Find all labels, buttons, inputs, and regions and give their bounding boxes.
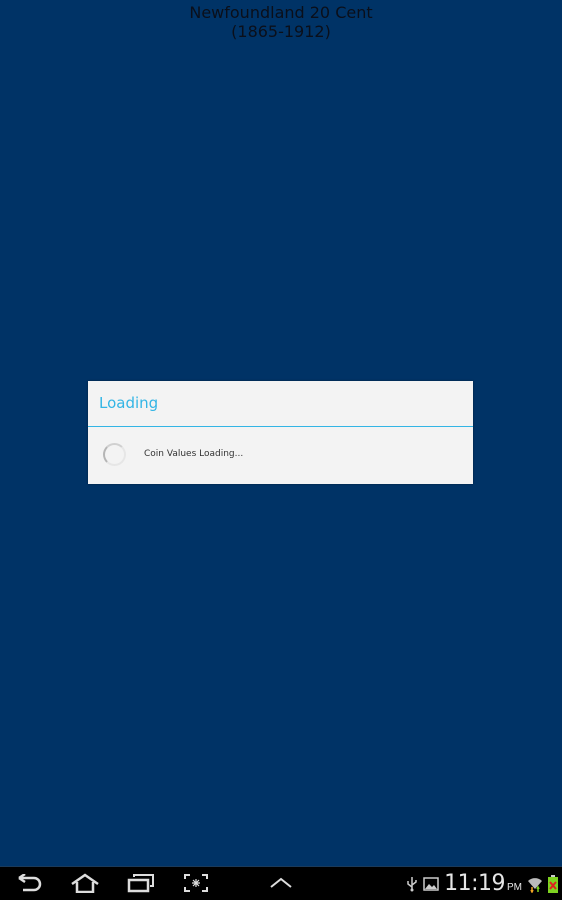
battery-icon (548, 874, 558, 893)
screenshot-icon (184, 874, 208, 892)
clock-time: 11:19 (444, 871, 505, 896)
dialog-message: Coin Values Loading... (144, 449, 244, 459)
system-navigation-bar: 11:19 PM (0, 866, 562, 900)
screenshot-button[interactable] (183, 871, 209, 895)
dialog-title: Loading (88, 381, 473, 427)
clock-ampm: PM (507, 882, 522, 893)
title-line-name: Newfoundland 20 Cent (189, 3, 373, 22)
recent-apps-icon (127, 874, 154, 893)
expand-panel-button[interactable] (268, 871, 294, 895)
back-button[interactable] (16, 871, 44, 895)
status-area[interactable]: 11:19 PM (406, 867, 562, 900)
wifi-icon (528, 877, 542, 893)
home-button[interactable] (70, 871, 100, 895)
dialog-body: Coin Values Loading... (88, 427, 473, 484)
usb-icon (407, 876, 417, 891)
title-line-years: (1865-1912) (231, 22, 331, 41)
chevron-up-icon (270, 877, 292, 888)
loading-dialog: Loading Coin Values Loading... (88, 381, 473, 484)
recent-apps-button[interactable] (127, 871, 155, 895)
page-title: Newfoundland 20 Cent (1865-1912) (0, 3, 562, 41)
back-icon (18, 874, 42, 892)
home-icon (71, 873, 99, 893)
image-icon (423, 876, 439, 891)
progress-spinner-icon (103, 443, 126, 466)
